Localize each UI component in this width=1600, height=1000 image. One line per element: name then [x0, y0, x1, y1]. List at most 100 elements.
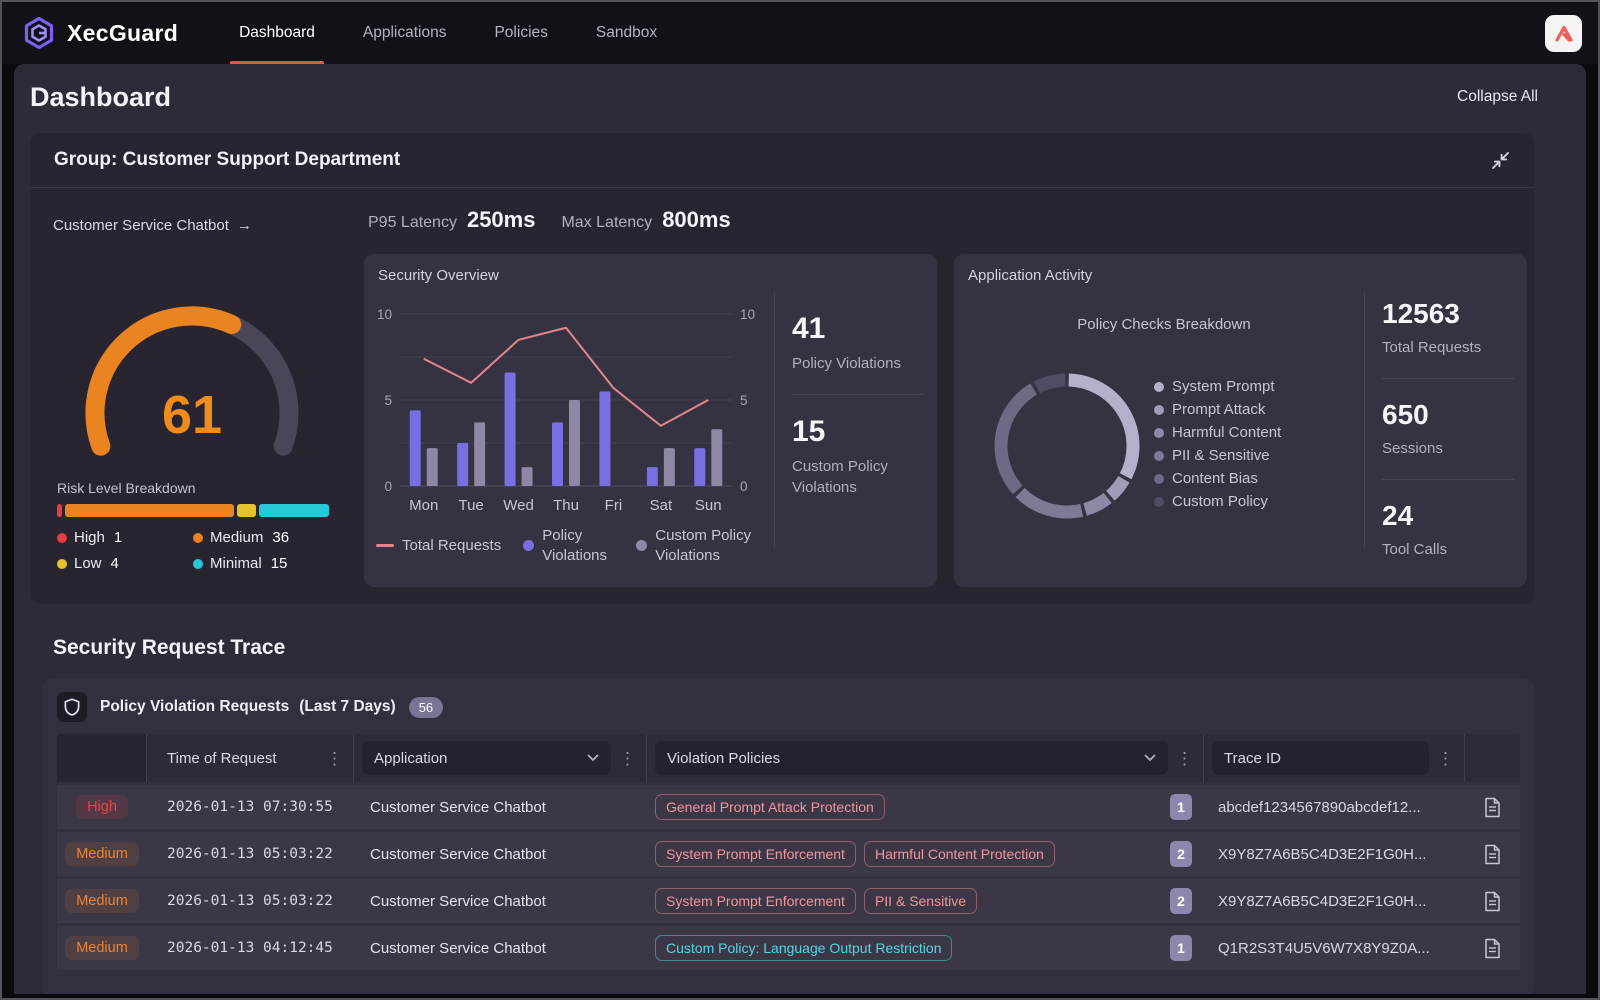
- application-link[interactable]: Customer Service Chatbot →: [53, 217, 252, 234]
- legend-dot-icon: [57, 559, 67, 569]
- legend-dot-icon: [1154, 497, 1164, 507]
- donut-legend-item-prompt-attack: Prompt Attack: [1154, 401, 1281, 418]
- stat-label: Custom Policy Violations: [792, 456, 902, 498]
- svg-text:5: 5: [740, 393, 748, 408]
- policy-count-badge: 1: [1170, 935, 1192, 961]
- stat-value: 15: [792, 415, 924, 449]
- cell-severity: Medium: [57, 926, 147, 970]
- table-row[interactable]: Medium2026-01-13 05:03:22Customer Servic…: [57, 879, 1520, 923]
- svg-text:Mon: Mon: [409, 497, 438, 514]
- kebab-menu-icon[interactable]: ⋮: [1174, 750, 1203, 767]
- legend-dot-icon: [1154, 405, 1164, 415]
- stat-divider: [792, 394, 924, 395]
- collapse-group-button[interactable]: [1491, 151, 1510, 170]
- donut-legend-item-content-bias: Content Bias: [1154, 470, 1281, 487]
- risk-segment-minimal: [259, 504, 329, 517]
- risk-legend-item-high: High1: [57, 529, 193, 546]
- cell-trace-id: X9Y8Z7A6B5C4D3E2F1G0H...: [1204, 879, 1465, 923]
- donut-legend-label: Custom Policy: [1172, 493, 1268, 510]
- cell-violation-policies: System Prompt EnforcementHarmful Content…: [647, 832, 1204, 876]
- kebab-menu-icon[interactable]: ⋮: [1435, 750, 1464, 767]
- table-row[interactable]: High 2026-01-13 07:30:55Customer Service …: [57, 785, 1520, 829]
- policy-chip: System Prompt Enforcement: [655, 841, 856, 867]
- donut-legend-item-system-prompt: System Prompt: [1154, 378, 1281, 395]
- document-icon[interactable]: [1484, 938, 1501, 959]
- column-filter-select[interactable]: Violation Policies: [655, 741, 1168, 775]
- app-screen: XecGuard Dashboard Applications Policies Sa…: [0, 0, 1600, 1000]
- policy-checks-title: Policy Checks Breakdown: [1054, 316, 1274, 333]
- nav-item-dashboard[interactable]: Dashboard: [234, 2, 320, 64]
- cell-application: Customer Service Chatbot: [354, 926, 647, 970]
- group-title: Group: Customer Support Department: [54, 149, 400, 171]
- stat-label: Policy Violations: [792, 353, 902, 374]
- cell-time: 2026-01-13 07:30:55: [147, 785, 354, 829]
- document-icon[interactable]: [1484, 844, 1501, 865]
- risk-segment-low: [237, 504, 256, 517]
- risk-level-bar: [57, 504, 329, 517]
- risk-legend-value: 36: [272, 529, 289, 546]
- cell-violation-policies: Custom Policy: Language Output Restricti…: [647, 926, 1204, 970]
- svg-text:5: 5: [384, 393, 392, 408]
- stat-label: Total Requests: [1382, 337, 1514, 358]
- kebab-menu-icon[interactable]: ⋮: [617, 750, 646, 767]
- policy-chip: System Prompt Enforcement: [655, 888, 856, 914]
- trace-subtitle: Policy Violation Requests: [100, 698, 289, 716]
- latency-value: 250ms: [467, 207, 536, 233]
- risk-legend: High1Low4Medium36Minimal15: [57, 529, 289, 572]
- severity-badge: Medium: [65, 842, 139, 866]
- trace-table-body: High2026-01-13 07:30:55Customer Service …: [43, 785, 1534, 970]
- column-label: Application: [374, 750, 587, 767]
- trace-count-badge: 56: [409, 697, 443, 718]
- card-divider: [774, 292, 775, 548]
- document-icon[interactable]: [1484, 891, 1501, 912]
- arrow-right-icon: →: [237, 217, 252, 234]
- cell-trace-id: abcdef1234567890abcdef12...: [1204, 785, 1465, 829]
- donut-legend-label: Prompt Attack: [1172, 401, 1265, 418]
- account-logo-button[interactable]: [1545, 15, 1582, 52]
- chevron-down-icon: [587, 754, 599, 762]
- risk-legend-value: 15: [271, 555, 288, 572]
- latency-label: Max Latency: [561, 214, 652, 232]
- svg-text:61: 61: [162, 385, 222, 445]
- cell-application: Customer Service Chatbot: [354, 785, 647, 829]
- legend-dot-icon: [193, 559, 203, 569]
- trace-table-header: Time of Request⋮Application⋮Violation Po…: [57, 734, 1520, 782]
- legend-swatch-icon: [523, 540, 534, 551]
- collapse-all-button[interactable]: Collapse All: [1457, 88, 1538, 106]
- document-icon[interactable]: [1484, 797, 1501, 818]
- table-row[interactable]: Medium2026-01-13 05:03:22Customer Servic…: [57, 832, 1520, 876]
- brand[interactable]: XecGuard: [22, 16, 178, 50]
- donut-legend-item-pii-sensitive: PII & Sensitive: [1154, 447, 1281, 464]
- donut-legend-label: System Prompt: [1172, 378, 1275, 395]
- donut-legend-item-harmful-content: Harmful Content: [1154, 424, 1281, 441]
- column-filter-select[interactable]: Application: [362, 741, 611, 775]
- policy-chip: PII & Sensitive: [864, 888, 977, 914]
- header-cell-application: Application ⋮: [354, 734, 647, 782]
- nav-item-applications[interactable]: Applications: [358, 2, 452, 64]
- kebab-menu-icon[interactable]: ⋮: [324, 750, 353, 767]
- svg-text:0: 0: [384, 479, 392, 494]
- svg-text:Tue: Tue: [458, 497, 483, 514]
- column-filter-box[interactable]: Trace ID: [1212, 741, 1429, 775]
- cell-severity: High: [57, 785, 147, 829]
- nav-item-sandbox[interactable]: Sandbox: [591, 2, 662, 64]
- cell-trace-id: Q1R2S3T4U5V6W7X8Y9Z0A...: [1204, 926, 1465, 970]
- legend-swatch-icon: [636, 540, 647, 551]
- header-cell-violation-policies: Violation Policies ⋮: [647, 734, 1204, 782]
- nav-item-policies[interactable]: Policies: [489, 2, 552, 64]
- brand-name: XecGuard: [67, 20, 178, 47]
- application-activity-card: Application Activity Policy Checks Break…: [954, 254, 1527, 587]
- severity-badge: High: [76, 795, 128, 819]
- table-row[interactable]: Medium2026-01-13 04:12:45Customer Servic…: [57, 926, 1520, 970]
- legend-dot-icon: [1154, 451, 1164, 461]
- policy-checks-donut: [987, 366, 1147, 526]
- severity-badge: Medium: [65, 889, 139, 913]
- risk-legend-item-low: Low4: [57, 555, 193, 572]
- svg-text:10: 10: [377, 307, 392, 322]
- risk-legend-label: Medium: [210, 529, 263, 546]
- stat-value: 41: [792, 312, 924, 346]
- security-overview-title: Security Overview: [378, 267, 499, 284]
- cell-time: 2026-01-13 05:03:22: [147, 832, 354, 876]
- column-label: Time of Request: [147, 750, 324, 767]
- nav-links: Dashboard Applications Policies Sandbox: [234, 2, 662, 64]
